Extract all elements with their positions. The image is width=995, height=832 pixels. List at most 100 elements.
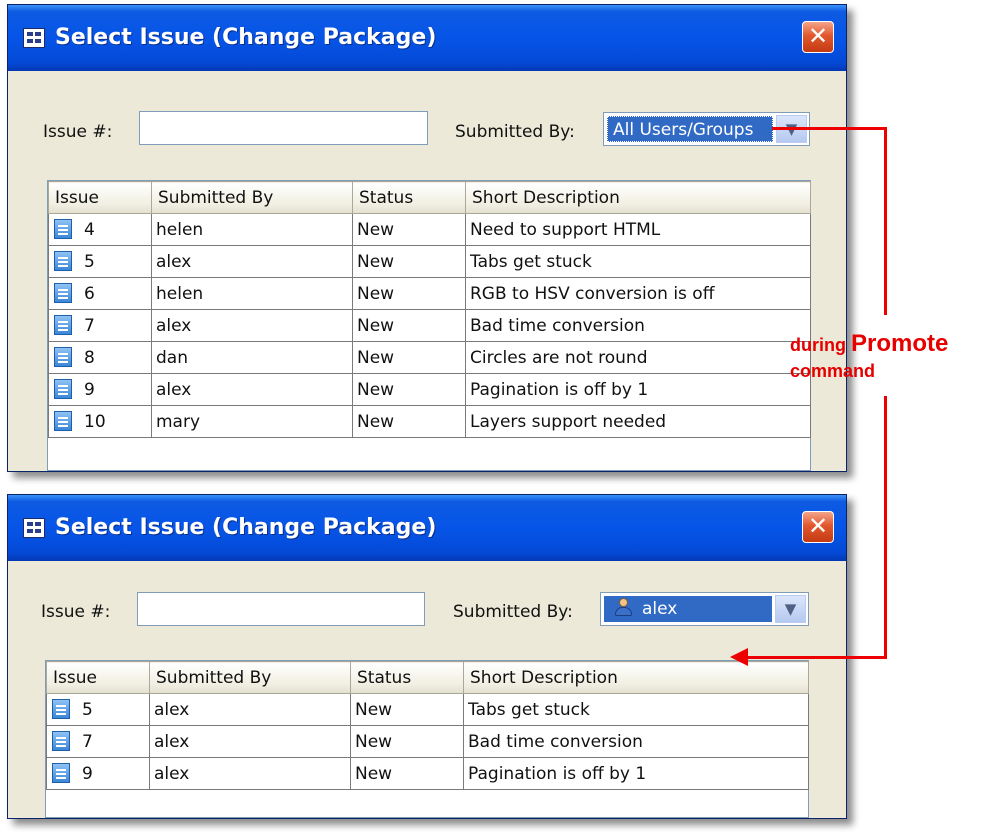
description-cell: Pagination is off by 1: [465, 373, 811, 406]
annotation-connector-lower-vertical: [884, 396, 887, 658]
table-row[interactable]: 7 alex New Bad time conversion: [48, 309, 811, 342]
description-cell: Circles are not round: [465, 341, 811, 374]
description-cell: Tabs get stuck: [463, 693, 809, 726]
title-bar[interactable]: Select Issue (Change Package) ✕: [8, 495, 846, 561]
issues-table: Issue Submitted By Status Short Descript…: [46, 661, 809, 790]
issue-number: 5: [84, 252, 95, 272]
description-cell: Tabs get stuck: [465, 245, 811, 278]
table-row[interactable]: 4 helen New Need to support HTML: [48, 213, 811, 246]
issue-number-label: Issue #:: [43, 122, 113, 142]
issue-document-icon: [54, 379, 72, 399]
annotation-connector-upper-vertical: [884, 127, 887, 315]
submitted-by-cell: dan: [151, 341, 353, 374]
column-header-submitted-by[interactable]: Submitted By: [151, 181, 353, 214]
issue-document-icon: [54, 315, 72, 335]
table-row[interactable]: 9 alex New Pagination is off by 1: [46, 757, 809, 790]
description-cell: Layers support needed: [465, 405, 811, 438]
issue-document-icon: [52, 699, 70, 719]
status-cell: New: [350, 693, 464, 726]
table-row[interactable]: 9 alex New Pagination is off by 1: [48, 373, 811, 406]
chevron-down-icon[interactable]: ▼: [775, 595, 806, 623]
submitted-by-cell: alex: [149, 693, 351, 726]
close-button[interactable]: ✕: [802, 511, 834, 543]
submitted-by-cell: alex: [151, 373, 353, 406]
annotation-connector-top: [772, 127, 886, 130]
app-window-icon: [23, 28, 45, 48]
close-icon: ✕: [807, 512, 829, 540]
status-cell: New: [352, 309, 466, 342]
close-button[interactable]: ✕: [802, 21, 834, 53]
annotation-arrowhead: [730, 648, 748, 666]
column-header-status[interactable]: Status: [350, 661, 464, 694]
issue-document-icon: [54, 251, 72, 271]
dialog-title: Select Issue (Change Package): [55, 25, 437, 50]
status-cell: New: [350, 757, 464, 790]
select-issue-dialog-all-users: Select Issue (Change Package) ✕ Issue #:…: [7, 4, 847, 472]
submitted-by-label: Submitted By:: [453, 602, 573, 622]
table-row[interactable]: 8 dan New Circles are not round: [48, 341, 811, 374]
annotation-keyword: Promote: [851, 330, 949, 357]
select-issue-dialog-alex: Select Issue (Change Package) ✕ Issue #:…: [7, 494, 847, 819]
table-row[interactable]: 6 helen New RGB to HSV conversion is off: [48, 277, 811, 310]
table-row[interactable]: 7 alex New Bad time conversion: [46, 725, 809, 758]
issue-number: 7: [84, 316, 95, 336]
submitted-by-cell: mary: [151, 405, 353, 438]
issue-number: 8: [84, 348, 95, 368]
status-cell: New: [352, 245, 466, 278]
issues-table: Issue Submitted By Status Short Descript…: [48, 181, 811, 438]
issue-number: 10: [84, 412, 106, 432]
app-window-icon: [23, 518, 45, 538]
dialog-title: Select Issue (Change Package): [55, 515, 437, 540]
issue-document-icon: [54, 283, 72, 303]
description-cell: Bad time conversion: [465, 309, 811, 342]
table-header-row: Issue Submitted By Status Short Descript…: [48, 181, 811, 214]
submitted-by-cell: alex: [149, 757, 351, 790]
annotation-label: during Promote: [790, 332, 948, 356]
submitted-by-cell: alex: [149, 725, 351, 758]
issue-number: 6: [84, 284, 95, 304]
submitted-by-selected-value: All Users/Groups: [607, 116, 773, 142]
column-header-short-description[interactable]: Short Description: [465, 181, 811, 214]
table-row[interactable]: 5 alex New Tabs get stuck: [46, 693, 809, 726]
issue-number: 4: [84, 220, 95, 240]
status-cell: New: [352, 405, 466, 438]
description-cell: Bad time conversion: [463, 725, 809, 758]
user-icon: [614, 597, 632, 617]
description-cell: RGB to HSV conversion is off: [465, 277, 811, 310]
issue-document-icon: [54, 347, 72, 367]
title-bar[interactable]: Select Issue (Change Package) ✕: [8, 5, 846, 71]
annotation-suffix: command: [790, 361, 876, 381]
column-header-short-description[interactable]: Short Description: [463, 661, 809, 694]
status-cell: New: [352, 213, 466, 246]
issue-number: 5: [82, 700, 93, 720]
submitted-by-cell: alex: [151, 309, 353, 342]
submitted-by-dropdown[interactable]: alex ▼: [600, 592, 809, 626]
annotation-connector-bottom: [745, 656, 887, 659]
column-header-issue[interactable]: Issue: [46, 661, 150, 694]
status-cell: New: [352, 277, 466, 310]
submitted-by-label: Submitted By:: [455, 122, 575, 142]
description-cell: Need to support HTML: [465, 213, 811, 246]
table-row[interactable]: 5 alex New Tabs get stuck: [48, 245, 811, 278]
submitted-by-cell: alex: [151, 245, 353, 278]
column-header-status[interactable]: Status: [352, 181, 466, 214]
column-header-issue[interactable]: Issue: [48, 181, 152, 214]
close-icon: ✕: [807, 22, 829, 50]
issue-number: 7: [82, 732, 93, 752]
submitted-by-selected-value: alex: [604, 596, 772, 622]
issue-number-input[interactable]: [139, 111, 428, 145]
table-header-row: Issue Submitted By Status Short Descript…: [46, 661, 809, 694]
description-cell: Pagination is off by 1: [463, 757, 809, 790]
table-row[interactable]: 10 mary New Layers support needed: [48, 405, 811, 438]
submitted-by-cell: helen: [151, 213, 353, 246]
column-header-submitted-by[interactable]: Submitted By: [149, 661, 351, 694]
annotation-prefix: during: [790, 335, 846, 355]
issue-document-icon: [52, 763, 70, 783]
issue-document-icon: [52, 731, 70, 751]
submitted-by-cell: helen: [151, 277, 353, 310]
issue-number: 9: [84, 380, 95, 400]
issue-document-icon: [54, 411, 72, 431]
issue-document-icon: [54, 219, 72, 239]
status-cell: New: [352, 373, 466, 406]
issue-number-input[interactable]: [137, 592, 425, 626]
